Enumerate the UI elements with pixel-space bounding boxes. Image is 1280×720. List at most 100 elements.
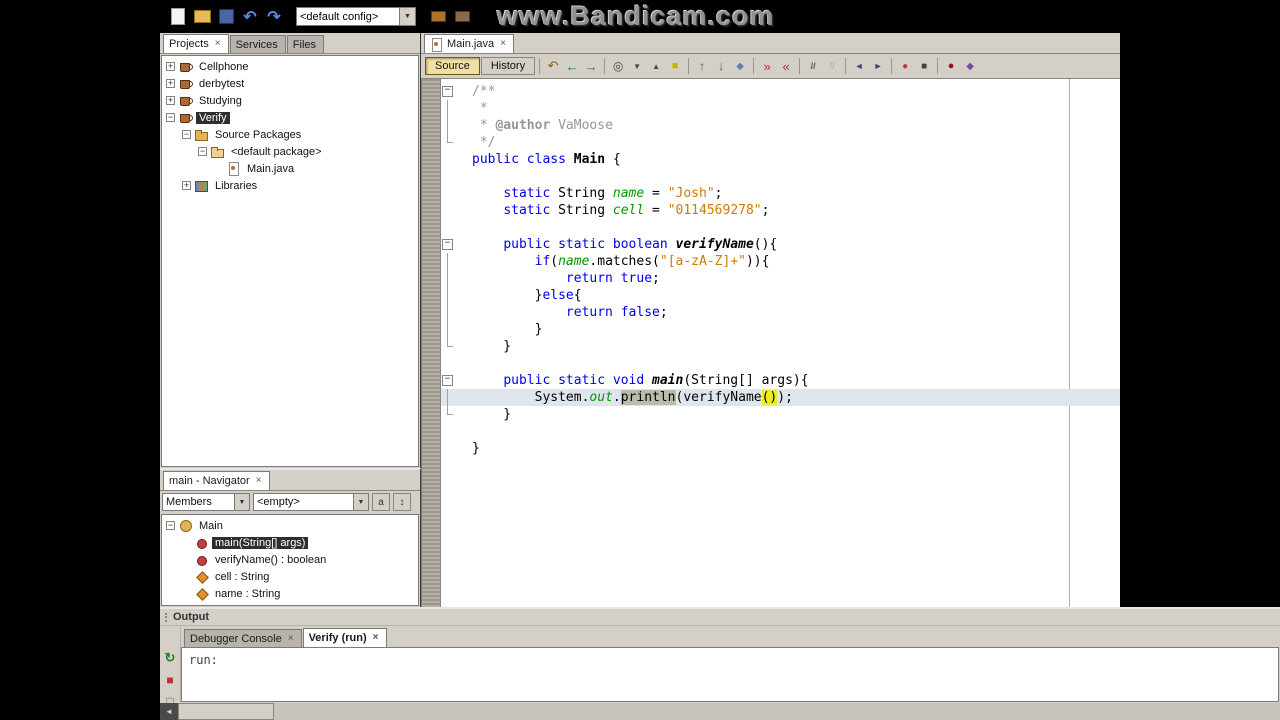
back-icon[interactable]: [563, 57, 581, 75]
uncomment-icon[interactable]: [823, 57, 841, 75]
code-line[interactable]: return false;: [441, 304, 1120, 321]
code-line[interactable]: if(name.matches("[a-zA-Z]+")){: [441, 253, 1120, 270]
sort-alpha-button[interactable]: a: [372, 493, 390, 511]
history-view-button[interactable]: History: [480, 57, 536, 75]
navigator-tab-main-navigator[interactable]: main - Navigator ×: [163, 471, 270, 490]
output-tab-verify-run[interactable]: Verify (run) ×: [302, 628, 387, 647]
expand-handle-icon[interactable]: +: [166, 62, 175, 71]
profile-point-icon[interactable]: [961, 57, 979, 75]
open-project-icon[interactable]: [190, 4, 214, 30]
output-tab-debugger-console[interactable]: Debugger Console ×: [184, 629, 302, 647]
tree-item-main-java[interactable]: Main.java: [162, 160, 418, 177]
collapse-handle-icon[interactable]: −: [198, 147, 207, 156]
macro-stop-icon[interactable]: [915, 57, 933, 75]
code-line[interactable]: }: [441, 321, 1120, 338]
code-line[interactable]: return true;: [441, 270, 1120, 287]
code-line[interactable]: public static void main(String[] args){: [441, 372, 1120, 389]
undo-icon[interactable]: [238, 4, 262, 30]
previous-bookmark-icon[interactable]: [693, 57, 711, 75]
chevron-down-icon[interactable]: [399, 8, 415, 25]
chevron-down-icon[interactable]: [353, 494, 368, 510]
editor-tab-main-java[interactable]: Main.java ×: [424, 34, 514, 53]
forward-icon[interactable]: [582, 57, 600, 75]
code-line[interactable]: }: [441, 440, 1120, 457]
code-line[interactable]: static String name = "Josh";: [441, 185, 1120, 202]
code-line[interactable]: }: [441, 406, 1120, 423]
collapse-handle-icon[interactable]: −: [182, 130, 191, 139]
find-selection-icon[interactable]: [609, 57, 627, 75]
clear-icon[interactable]: [162, 694, 179, 703]
tree-item-name-string[interactable]: name : String: [162, 585, 418, 602]
clean-build-icon[interactable]: [450, 4, 474, 30]
close-icon[interactable]: ×: [215, 39, 221, 49]
close-icon[interactable]: ×: [256, 476, 262, 486]
tree-item-default-package[interactable]: − <default package>: [162, 143, 418, 160]
glyph-gutter[interactable]: [422, 79, 441, 607]
tree-item-verifyname-boolean[interactable]: verifyName() : boolean: [162, 551, 418, 568]
code-line[interactable]: [441, 423, 1120, 440]
redo-icon[interactable]: [262, 4, 286, 30]
toggle-bookmark-icon[interactable]: [731, 57, 749, 75]
collapse-handle-icon[interactable]: −: [166, 113, 175, 122]
panel-grip[interactable]: [165, 612, 168, 622]
fold-toggle-icon[interactable]: [441, 83, 454, 100]
last-edit-icon[interactable]: [544, 57, 562, 75]
next-bookmark-icon[interactable]: [712, 57, 730, 75]
close-icon[interactable]: ×: [288, 633, 294, 644]
stop-icon[interactable]: [162, 673, 179, 687]
tree-item-main-string-args[interactable]: main(String[] args): [162, 534, 418, 551]
code-line[interactable]: [441, 168, 1120, 185]
expand-handle-icon[interactable]: +: [182, 181, 191, 190]
code-line[interactable]: }else{: [441, 287, 1120, 304]
code-line[interactable]: *: [441, 100, 1120, 117]
code-line[interactable]: System.out.println(verifyName());: [441, 389, 1120, 406]
members-combobox[interactable]: Members: [162, 493, 250, 511]
scrollbar-thumb[interactable]: [178, 703, 274, 720]
tree-item-cellphone[interactable]: + Cellphone: [162, 58, 418, 75]
code-line[interactable]: * @author VaMoose: [441, 117, 1120, 134]
tree-item-studying[interactable]: + Studying: [162, 92, 418, 109]
code-line[interactable]: public static boolean verifyName(){: [441, 236, 1120, 253]
code-editor[interactable]: /** * * @author VaMoose */ public class M…: [441, 79, 1120, 607]
find-previous-icon[interactable]: [647, 57, 665, 75]
code-line[interactable]: /**: [441, 83, 1120, 100]
code-line[interactable]: [441, 355, 1120, 372]
next-error-icon[interactable]: [758, 57, 776, 75]
tree-item-source-packages[interactable]: − Source Packages: [162, 126, 418, 143]
tree-item-derbytest[interactable]: + derbytest: [162, 75, 418, 92]
sort-position-button[interactable]: ↕: [393, 493, 411, 511]
shift-right-icon[interactable]: [869, 57, 887, 75]
previous-error-icon[interactable]: [777, 57, 795, 75]
projects-tab-projects[interactable]: Projects ×: [163, 34, 229, 53]
chevron-down-icon[interactable]: [234, 494, 249, 510]
comment-icon[interactable]: [804, 57, 822, 75]
save-all-icon[interactable]: [214, 4, 238, 30]
new-file-icon[interactable]: [166, 4, 190, 30]
code-line[interactable]: static String cell = "0114569278";: [441, 202, 1120, 219]
rerun-icon[interactable]: [162, 650, 179, 666]
code-line[interactable]: public class Main {: [441, 151, 1120, 168]
shift-left-icon[interactable]: [850, 57, 868, 75]
expand-handle-icon[interactable]: +: [166, 79, 175, 88]
close-icon[interactable]: ×: [373, 633, 379, 643]
tree-item-libraries[interactable]: + Libraries: [162, 177, 418, 194]
macro-record-icon[interactable]: [896, 57, 914, 75]
output-console[interactable]: run:: [181, 647, 1279, 702]
source-view-button[interactable]: Source: [425, 57, 480, 75]
build-project-icon[interactable]: [426, 4, 450, 30]
tree-item-cell-string[interactable]: cell : String: [162, 568, 418, 585]
breakpoint-icon[interactable]: [942, 57, 960, 75]
fold-toggle-icon[interactable]: [441, 372, 454, 389]
projects-tab-services[interactable]: Services: [229, 35, 286, 53]
toggle-highlight-icon[interactable]: [666, 57, 684, 75]
scroll-left-button[interactable]: [160, 703, 178, 720]
fold-toggle-icon[interactable]: [441, 236, 454, 253]
tree-item-verify[interactable]: − Verify: [162, 109, 418, 126]
find-next-icon[interactable]: [628, 57, 646, 75]
projects-tab-files[interactable]: Files: [286, 35, 325, 53]
tree-item-main[interactable]: − Main: [162, 517, 418, 534]
collapse-handle-icon[interactable]: −: [166, 521, 175, 530]
code-line[interactable]: */: [441, 134, 1120, 151]
expand-handle-icon[interactable]: +: [166, 96, 175, 105]
code-line[interactable]: [441, 219, 1120, 236]
